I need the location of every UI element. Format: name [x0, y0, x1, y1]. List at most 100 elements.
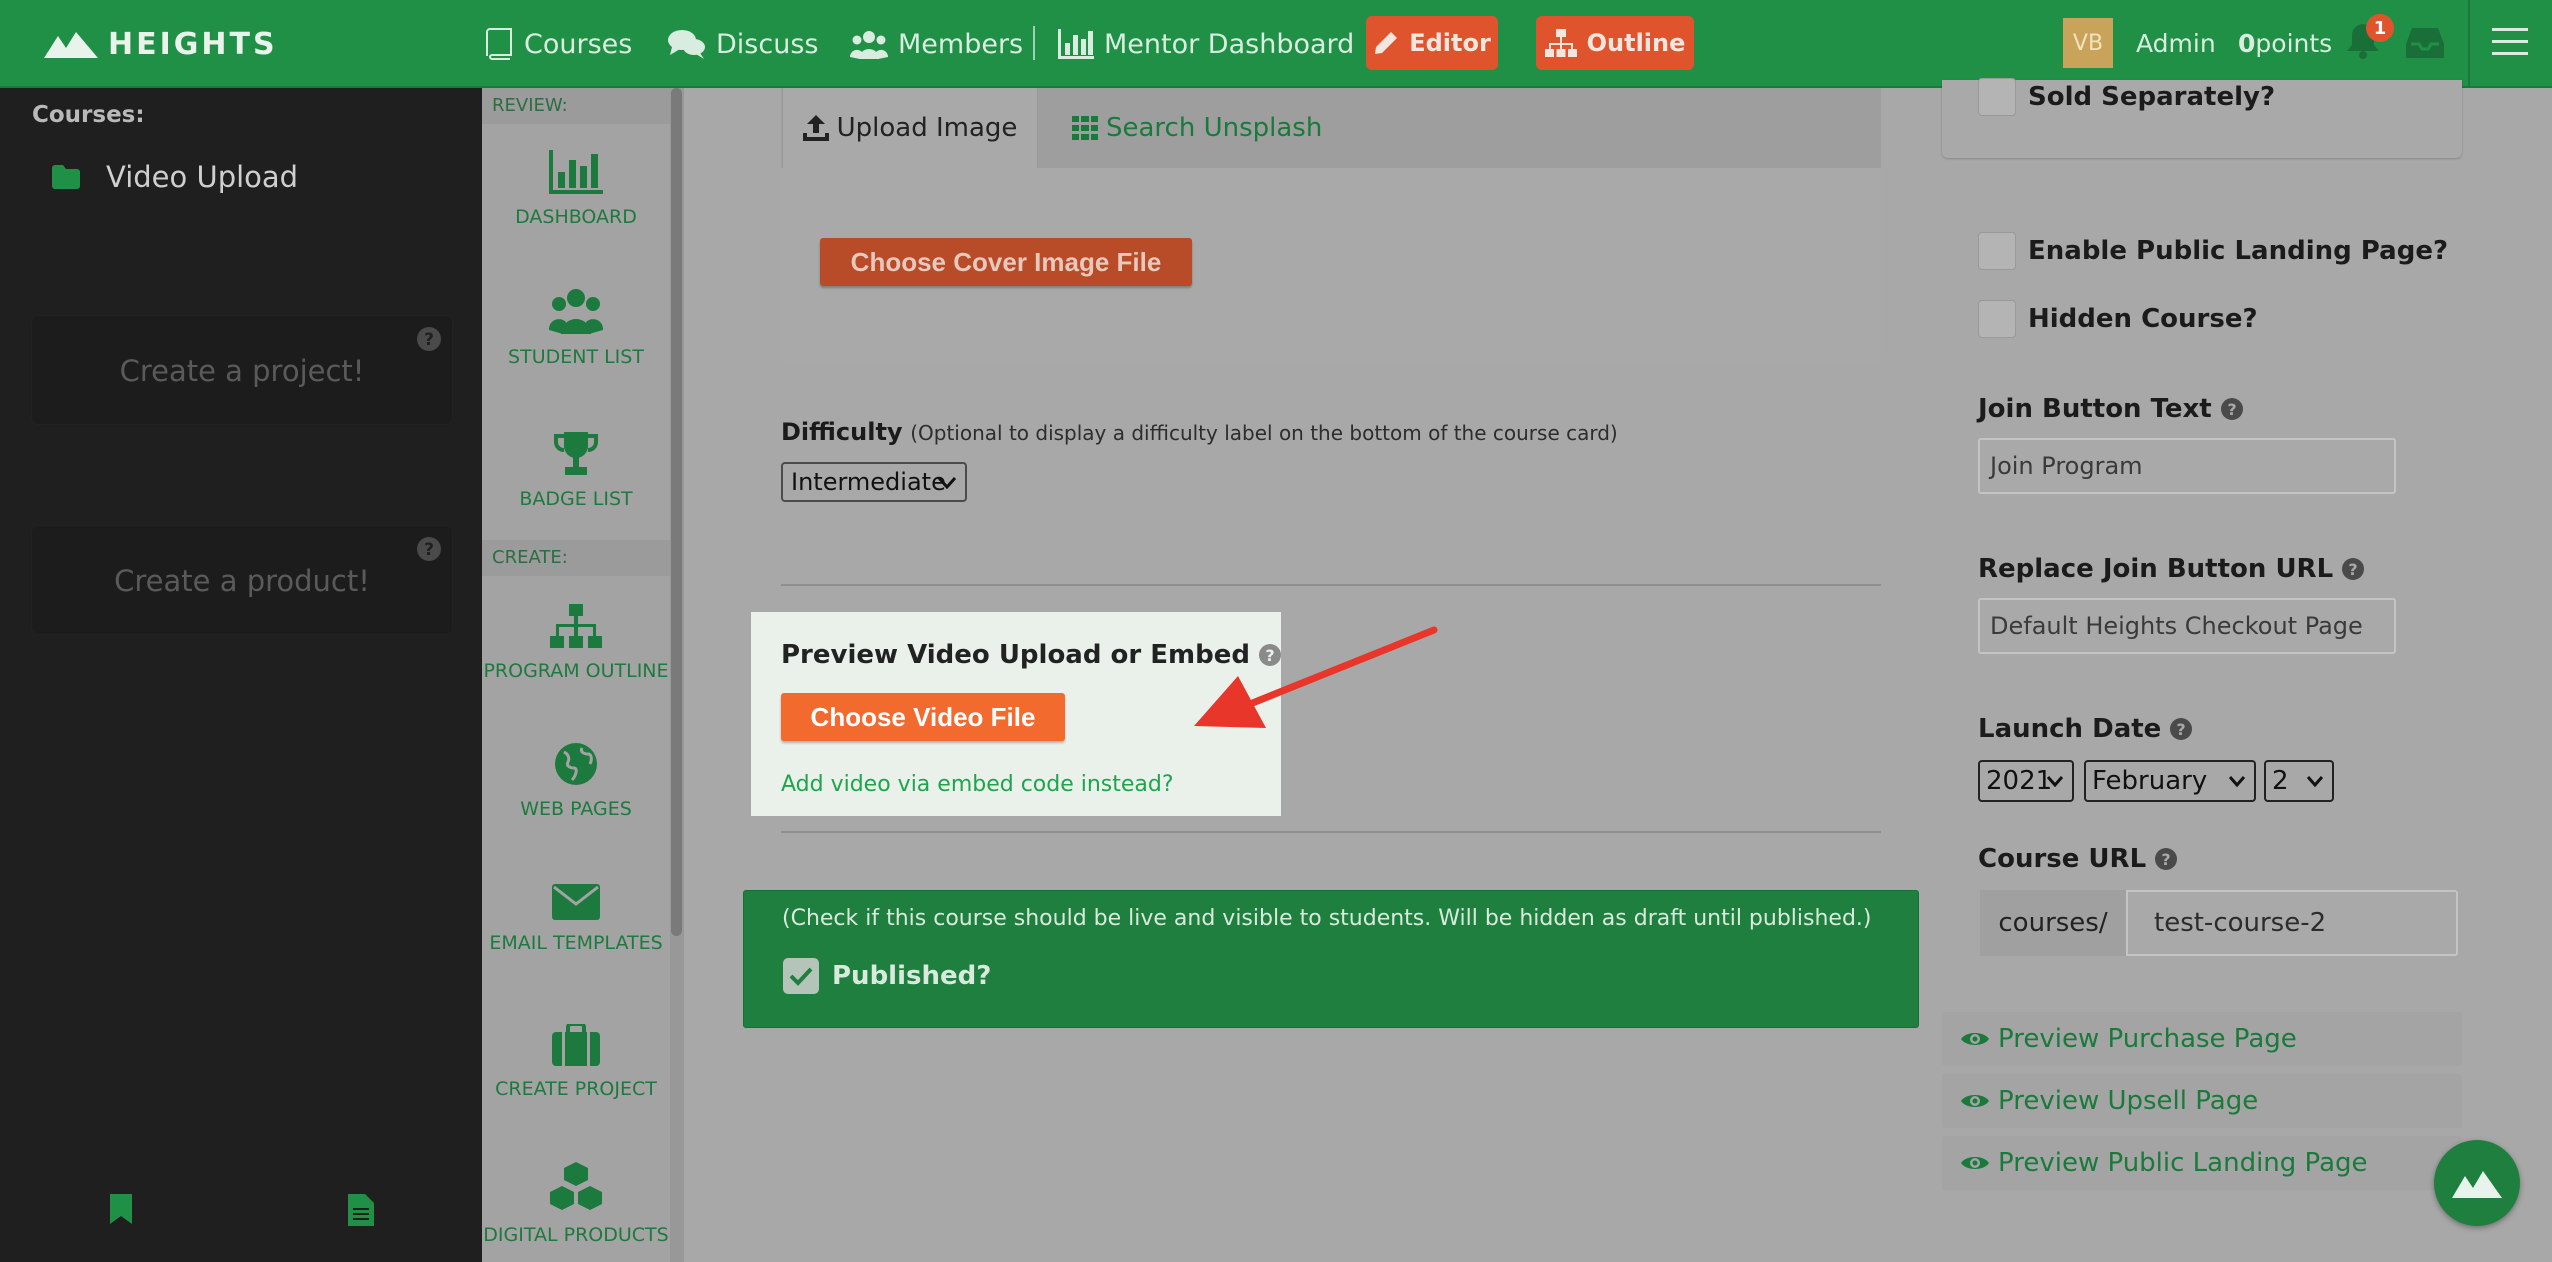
join-button-text-label: Join Button Text ? — [1978, 394, 2244, 424]
mountain-logo-icon — [44, 32, 98, 58]
review-section-heading: REVIEW: — [482, 88, 670, 124]
inbox-icon[interactable] — [2406, 26, 2444, 60]
tool-dashboard[interactable]: DASHBOARD — [482, 150, 670, 280]
upload-icon — [802, 115, 829, 141]
launch-day-value: 2 — [2272, 766, 2289, 796]
user-role[interactable]: Admin — [2136, 24, 2216, 64]
heights-help-fab[interactable] — [2434, 1140, 2520, 1226]
hamburger-menu-icon[interactable] — [2492, 26, 2528, 58]
nav-courses-label: Courses — [524, 28, 633, 60]
points-unit: points — [2255, 29, 2333, 58]
preview-public-landing-page-link[interactable]: Preview Public Landing Page — [1942, 1136, 2462, 1190]
launch-year-select[interactable]: 2021 — [1978, 760, 2074, 802]
published-label[interactable]: Published? — [832, 958, 991, 994]
grid-icon — [1072, 116, 1098, 140]
choose-video-file-button[interactable]: Choose Video File — [781, 693, 1065, 741]
help-circle-icon[interactable]: ? — [2220, 397, 2244, 421]
difficulty-select[interactable]: Intermediate — [781, 462, 967, 502]
hidden-course-label[interactable]: Hidden Course? — [2028, 300, 2258, 338]
globe-icon — [555, 743, 597, 785]
tool-create-project-label: CREATE PROJECT — [495, 1078, 657, 1100]
nav-discuss-label: Discuss — [716, 28, 819, 60]
tab-upload-image[interactable]: Upload Image — [782, 88, 1038, 168]
help-circle-icon[interactable]: ? — [416, 326, 442, 352]
points-value: 0 — [2238, 29, 2256, 58]
replace-join-url-input[interactable]: Default Heights Checkout Page — [1978, 598, 2396, 654]
launch-day-select[interactable]: 2 — [2264, 760, 2334, 802]
nav-divider — [1033, 26, 1035, 60]
tool-program-outline-label: PROGRAM OUTLINE — [483, 660, 669, 682]
publish-note: (Check if this course should be live and… — [782, 906, 1872, 931]
nav-members[interactable]: Members — [850, 22, 1023, 66]
choose-cover-image-button[interactable]: Choose Cover Image File — [820, 238, 1192, 286]
course-url-title: Course URL — [1978, 844, 2147, 874]
user-avatar[interactable]: VB — [2063, 18, 2113, 68]
preview-purchase-page-link[interactable]: Preview Purchase Page — [1942, 1012, 2462, 1066]
create-product-text: Create a product! — [114, 564, 370, 598]
sold-separately-checkbox[interactable] — [1978, 78, 2016, 116]
users-icon — [850, 31, 888, 59]
create-project-card[interactable]: Create a project! ? — [32, 316, 452, 424]
notification-count-badge: 1 — [2366, 14, 2394, 42]
bar-chart-icon — [549, 150, 603, 194]
add-embed-code-link[interactable]: Add video via embed code instead? — [781, 772, 1174, 797]
tool-column-scrollbar-thumb[interactable] — [671, 88, 682, 936]
points-counter[interactable]: 0points — [2238, 24, 2332, 64]
envelope-icon — [552, 884, 600, 920]
course-item-label: Video Upload — [106, 160, 299, 194]
tool-student-list-label: STUDENT LIST — [508, 346, 644, 368]
svg-text:?: ? — [2227, 400, 2236, 419]
replace-join-url-title: Replace Join Button URL — [1978, 554, 2334, 584]
tab-search-unsplash[interactable]: Search Unsplash — [1072, 88, 1322, 168]
menu-divider — [2468, 0, 2470, 88]
preview-video-title: Preview Video Upload or Embed — [781, 640, 1250, 670]
help-circle-icon[interactable]: ? — [2169, 717, 2193, 741]
tab-upload-image-label: Upload Image — [836, 113, 1018, 143]
svg-text:?: ? — [2349, 560, 2358, 579]
create-product-card[interactable]: Create a product! ? — [32, 526, 452, 634]
help-circle-icon[interactable]: ? — [416, 536, 442, 562]
tool-dashboard-label: DASHBOARD — [515, 206, 637, 228]
tool-create-project[interactable]: CREATE PROJECT — [482, 1024, 670, 1154]
outline-button[interactable]: Outline — [1536, 16, 1694, 70]
tool-program-outline[interactable]: PROGRAM OUTLINE — [482, 604, 670, 734]
courses-sidebar: Courses: Video Upload Create a project! … — [0, 88, 482, 1262]
tool-digital-products[interactable]: DIGITAL PRODUCTS — [482, 1162, 670, 1262]
tool-email-templates[interactable]: EMAIL TEMPLATES — [482, 884, 670, 1014]
tool-email-templates-label: EMAIL TEMPLATES — [489, 932, 663, 954]
sidebar-course-item[interactable]: Video Upload — [52, 160, 298, 194]
book-icon — [486, 28, 512, 60]
eye-icon — [1961, 1095, 1989, 1107]
section-divider — [781, 584, 1881, 586]
course-url-label: Course URL ? — [1978, 844, 2178, 874]
sold-separately-label[interactable]: Sold Separately? — [2028, 78, 2275, 116]
help-circle-icon[interactable]: ? — [2341, 557, 2365, 581]
tool-web-pages[interactable]: WEB PAGES — [482, 742, 670, 872]
bookmark-icon[interactable] — [108, 1194, 134, 1224]
hidden-course-checkbox[interactable] — [1978, 300, 2016, 338]
svg-text:?: ? — [424, 540, 434, 560]
nav-mentor-dashboard[interactable]: Mentor Dashboard — [1058, 22, 1354, 66]
nav-discuss[interactable]: Discuss — [668, 22, 818, 66]
published-checkbox[interactable] — [783, 958, 819, 994]
editor-button[interactable]: Editor — [1366, 16, 1498, 70]
eye-icon — [1961, 1033, 1989, 1045]
join-button-text-input[interactable]: Join Program — [1978, 438, 2396, 494]
launch-month-value: February — [2092, 766, 2208, 796]
heights-logo[interactable]: HEIGHTS — [44, 24, 278, 64]
chat-bubbles-icon — [668, 30, 705, 59]
nav-courses[interactable]: Courses — [484, 22, 632, 66]
launch-month-select[interactable]: February — [2084, 760, 2256, 802]
difficulty-selected-value: Intermediate — [791, 468, 946, 496]
users-icon — [549, 289, 603, 334]
document-icon[interactable] — [348, 1194, 374, 1226]
brand-name: HEIGHTS — [108, 26, 278, 62]
preview-upsell-page-link[interactable]: Preview Upsell Page — [1942, 1074, 2462, 1128]
tool-student-list[interactable]: STUDENT LIST — [482, 288, 670, 418]
difficulty-label: Difficulty (Optional to display a diffic… — [781, 418, 1618, 446]
help-circle-icon[interactable]: ? — [2154, 847, 2178, 871]
enable-landing-page-checkbox[interactable] — [1978, 232, 2016, 270]
editor-button-label: Editor — [1409, 29, 1491, 57]
enable-landing-page-label[interactable]: Enable Public Landing Page? — [2028, 232, 2448, 270]
course-url-slug-input[interactable]: test-course-2 — [2154, 890, 2326, 956]
